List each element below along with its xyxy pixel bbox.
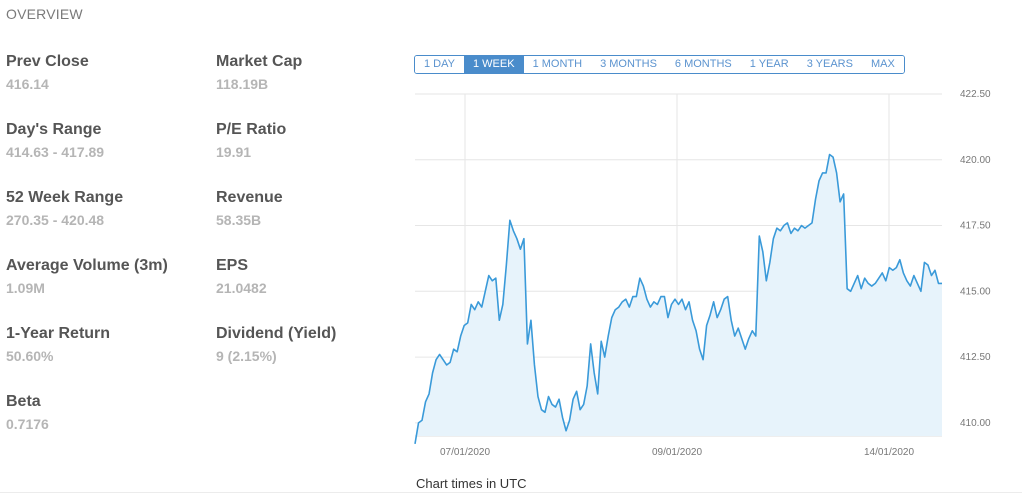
x-tick-label: 07/01/2020: [440, 447, 490, 458]
x-tick-label: 14/01/2020: [864, 447, 914, 458]
x-axis-ticks: 07/01/2020 09/01/2020 14/01/2020: [440, 447, 914, 458]
divider: [0, 492, 1022, 493]
price-area-fill: [415, 154, 942, 444]
y-axis-ticks: 422.50 420.00 417.50 415.00 412.50 410.0…: [960, 89, 991, 429]
y-tick-label: 422.50: [960, 89, 991, 100]
price-chart: 422.50 420.00 417.50 415.00 412.50 410.0…: [414, 89, 991, 458]
y-tick-label: 420.00: [960, 155, 991, 166]
y-tick-label: 410.00: [960, 418, 991, 429]
y-tick-label: 412.50: [960, 352, 991, 363]
chart-footnote: Chart times in UTC: [416, 476, 527, 491]
y-tick-label: 417.50: [960, 221, 991, 232]
y-tick-label: 415.00: [960, 286, 991, 297]
x-tick-label: 09/01/2020: [652, 447, 702, 458]
